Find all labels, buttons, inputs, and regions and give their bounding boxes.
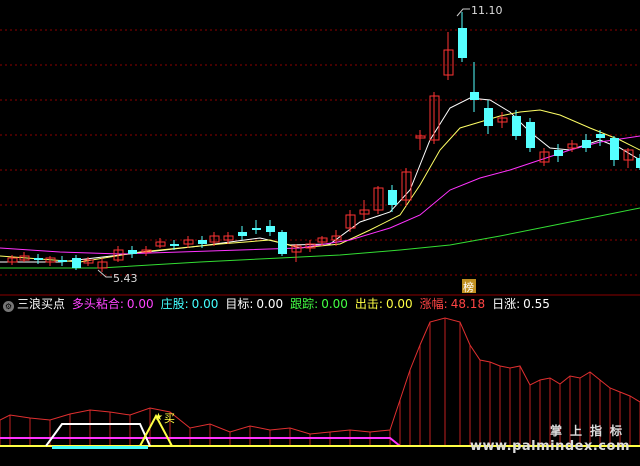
watermark-url: www.palmindex.com [469,439,630,454]
indicator-field-value: 0.00 [321,297,348,311]
candle-body [470,92,479,100]
candle-body [596,134,605,138]
candle-body [278,232,287,254]
indicator-red-line [0,317,640,435]
indicator-header: ⚙ 三浪买点 多头粘合: 0.00 庄股: 0.00 目标: 0.00 跟踪: 0.00 出击: 0… [0,296,640,313]
candle-body [72,258,81,268]
indicator-field-label: 出击: [354,297,383,311]
indicator-field: 多头粘合: 0.00 [72,297,158,311]
ma-mid-line [0,109,640,263]
candle-body [554,150,563,156]
candle-body [170,244,179,246]
gear-icon[interactable]: ⚙ [3,301,14,312]
stock-chart-window: 11.10 5.43 榜 ★ 买 ⚙ 三浪买点 多头粘合: 0.00 庄股: 0.00 目… [0,0,640,462]
candle-body [238,232,247,236]
indicator-field: 目标: 0.00 [225,297,287,311]
indicator-field: 庄股: 0.00 [161,297,223,311]
indicator-field-value: 0.55 [523,297,550,311]
marker-badge-label: 榜 [463,280,474,294]
indicator-field-label: 跟踪: [290,297,319,311]
candle-body [58,260,67,262]
candle-body [388,190,397,205]
buy-star-icon: ★ [154,412,163,423]
watermark-title: 掌上指标 [549,424,630,438]
candle-body [526,122,535,148]
candle-body [636,158,640,168]
candle-body [582,140,591,148]
indicator-field-value: 48.18 [450,297,486,311]
buy-signal-label: 买 [164,412,175,425]
high-marker-line [456,8,470,17]
low-price-label: 5.43 [113,272,138,285]
indicator-field: 跟踪: 0.00 [290,297,352,311]
ma-short-line [0,97,640,263]
indicator-field-value: 0.00 [256,297,284,311]
low-marker-line [97,269,112,278]
watermark: 掌上指标 www.palmindex.com [470,422,630,454]
indicator-cyan-strip [52,446,148,449]
candle-body [484,108,493,126]
indicator-field-label: 多头粘合: [71,297,124,311]
high-price-label: 11.10 [471,4,503,17]
indicator-field: 涨幅: 48.18 [420,297,489,311]
indicator-field-value: 0.00 [191,297,219,311]
indicator-field-label: 日涨: [492,297,521,311]
indicator-field-label: 目标: [225,297,254,311]
indicator-magenta-line [0,437,401,447]
candle-body [458,28,467,58]
indicator-field-value: 0.00 [385,297,413,311]
indicator-name[interactable]: 三浪买点 [17,297,65,311]
candle-body [252,228,261,230]
candle-body [128,250,137,254]
candles [7,12,640,272]
candle-body [512,116,521,136]
candle-body [266,226,275,232]
candle-body [610,138,619,160]
indicator-field-value: 0.00 [126,297,154,311]
indicator-white-shape [45,423,151,447]
indicator-field-label: 涨幅: [419,297,448,311]
indicator-field: 日涨: 0.55 [492,297,554,311]
candlestick-chart[interactable]: 11.10 5.43 榜 ★ 买 [0,0,640,462]
candle-body [198,240,207,244]
candle-body [34,258,43,260]
indicator-field-label: 庄股: [160,297,189,311]
indicator-field: 出击: 0.00 [355,297,417,311]
